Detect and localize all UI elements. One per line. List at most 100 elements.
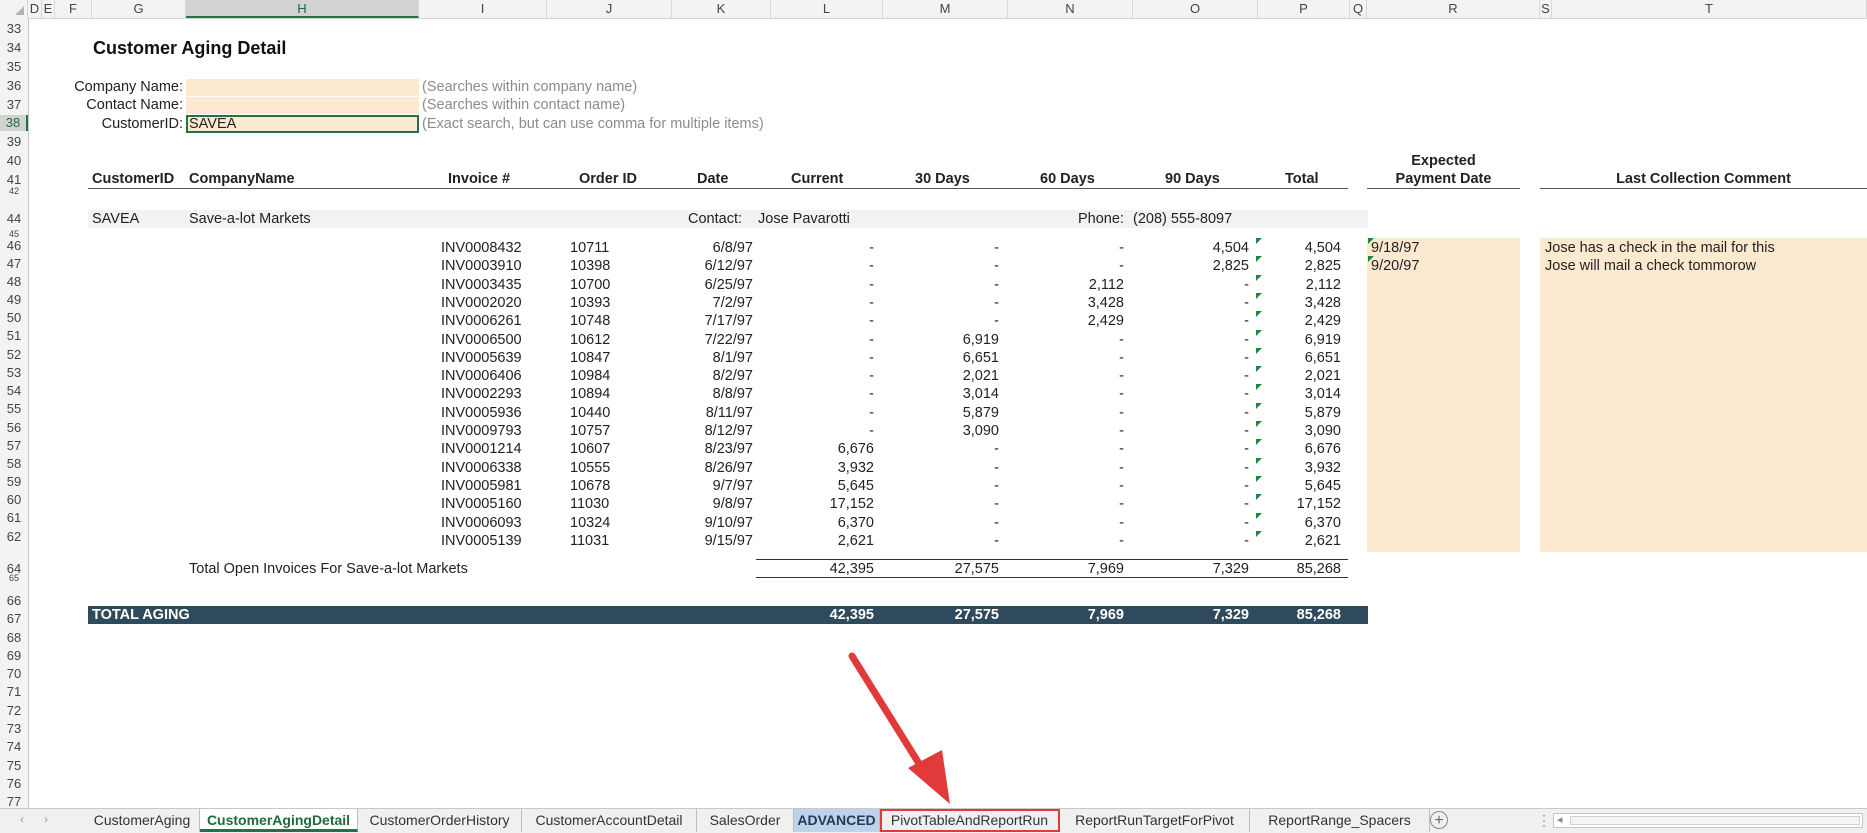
- row-header-71[interactable]: 71: [0, 684, 28, 700]
- total-amount: 6,651: [1304, 349, 1341, 366]
- add-sheet-icon[interactable]: +: [1430, 811, 1448, 829]
- contact-name-input[interactable]: [186, 97, 419, 114]
- company-name-input[interactable]: [186, 79, 419, 96]
- row-header-35[interactable]: 35: [0, 59, 28, 75]
- sheet-tab-customeragingdetail[interactable]: CustomerAgingDetail: [200, 809, 358, 832]
- row-header-53[interactable]: 53: [0, 365, 28, 381]
- grand-total-90: 7,329: [1212, 607, 1249, 623]
- row-header-47[interactable]: 47: [0, 256, 28, 272]
- invoice-number: INV0001214: [441, 441, 522, 458]
- row-header-55[interactable]: 55: [0, 401, 28, 417]
- row-header-38[interactable]: 38: [0, 115, 28, 131]
- sheet-tab-salesorder[interactable]: SalesOrder: [697, 809, 794, 832]
- sheet-tab-customeraging[interactable]: CustomerAging: [85, 809, 200, 832]
- row-header-70[interactable]: 70: [0, 666, 28, 682]
- total-amount: 3,428: [1304, 294, 1341, 311]
- total-amount: 2,021: [1304, 368, 1341, 385]
- row-header-36[interactable]: 36: [0, 78, 28, 94]
- row-header-73[interactable]: 73: [0, 721, 28, 737]
- row-header-66[interactable]: 66: [0, 593, 28, 609]
- row-header-56[interactable]: 56: [0, 420, 28, 436]
- hscroll-left-icon[interactable]: ◂: [1557, 813, 1563, 826]
- grand-total-total: 85,268: [1296, 607, 1341, 623]
- current-amount: -: [869, 349, 874, 366]
- header-date: Date: [697, 171, 729, 187]
- row-header-49[interactable]: 49: [0, 292, 28, 308]
- error-indicator-icon: [1368, 238, 1374, 244]
- row-header-51[interactable]: 51: [0, 328, 28, 344]
- scroll-left-icon[interactable]: ‹: [20, 812, 24, 826]
- row-header-67[interactable]: 67: [0, 611, 28, 627]
- row-header-50[interactable]: 50: [0, 310, 28, 326]
- row-header-39[interactable]: 39: [0, 134, 28, 150]
- sheet-tab-reportruntargetforpivot[interactable]: ReportRunTargetForPivot: [1060, 809, 1250, 832]
- row-header-46[interactable]: 46: [0, 238, 28, 254]
- scroll-right-icon[interactable]: ›: [44, 812, 48, 826]
- horizontal-scrollbar[interactable]: ◂: [1553, 813, 1863, 828]
- row-header-65[interactable]: 65: [0, 574, 28, 583]
- row-header-44[interactable]: 44: [0, 211, 28, 227]
- row-header-48[interactable]: 48: [0, 274, 28, 290]
- expected-date-column[interactable]: [1367, 238, 1520, 552]
- row-header-40[interactable]: 40: [0, 153, 28, 169]
- sheet-tab-advanced[interactable]: ADVANCED: [794, 809, 880, 832]
- row-header-54[interactable]: 54: [0, 383, 28, 399]
- row-header-62[interactable]: 62: [0, 529, 28, 545]
- row-header-72[interactable]: 72: [0, 703, 28, 719]
- column-header-l[interactable]: L: [771, 0, 883, 18]
- column-header-m[interactable]: M: [883, 0, 1008, 18]
- column-header-r[interactable]: R: [1367, 0, 1540, 18]
- select-all-corner[interactable]: [0, 0, 28, 18]
- days30-amount: 5,879: [962, 404, 999, 421]
- column-header-g[interactable]: G: [92, 0, 186, 18]
- column-header-t[interactable]: T: [1552, 0, 1867, 18]
- tab-split-handle[interactable]: ⋮: [1537, 812, 1551, 829]
- column-header-f[interactable]: F: [55, 0, 92, 18]
- days60-amount: -: [1119, 404, 1124, 421]
- column-header-k[interactable]: K: [672, 0, 771, 18]
- row-header-37[interactable]: 37: [0, 97, 28, 113]
- sheet-tab-customeraccountdetail[interactable]: CustomerAccountDetail: [522, 809, 697, 832]
- collection-comment-column[interactable]: [1540, 238, 1867, 552]
- column-header-n[interactable]: N: [1008, 0, 1133, 18]
- sheet-tab-pivottableandreportrun[interactable]: PivotTableAndReportRun: [880, 809, 1060, 832]
- sheet-tab-customerorderhistory[interactable]: CustomerOrderHistory: [358, 809, 522, 832]
- row-header-68[interactable]: 68: [0, 630, 28, 646]
- column-header-d[interactable]: D: [28, 0, 42, 18]
- row-header-76[interactable]: 76: [0, 776, 28, 792]
- row-header-60[interactable]: 60: [0, 492, 28, 508]
- column-header-p[interactable]: P: [1258, 0, 1350, 18]
- row-header-58[interactable]: 58: [0, 456, 28, 472]
- row-header-69[interactable]: 69: [0, 648, 28, 664]
- row-header-75[interactable]: 75: [0, 758, 28, 774]
- column-header-s[interactable]: S: [1540, 0, 1552, 18]
- column-header-j[interactable]: J: [547, 0, 672, 18]
- report-title: Customer Aging Detail: [93, 38, 287, 58]
- invoice-date: 9/8/97: [712, 496, 753, 513]
- row-header-34[interactable]: 34: [0, 40, 28, 56]
- column-header-h[interactable]: H: [186, 0, 419, 18]
- contact-name: Jose Pavarotti: [758, 211, 850, 227]
- column-header-e[interactable]: E: [42, 0, 55, 18]
- row-header-45[interactable]: 45: [0, 230, 28, 239]
- row-header-61[interactable]: 61: [0, 510, 28, 526]
- row-header-52[interactable]: 52: [0, 347, 28, 363]
- days30-amount: -: [994, 441, 999, 458]
- column-header-i[interactable]: I: [419, 0, 547, 18]
- order-id: 10711: [570, 240, 610, 256]
- row-header-57[interactable]: 57: [0, 438, 28, 454]
- row-header-59[interactable]: 59: [0, 474, 28, 490]
- row-header-42[interactable]: 42: [0, 187, 28, 196]
- invoice-number: INV0008432: [441, 240, 522, 256]
- invoice-date: 8/26/97: [704, 459, 753, 476]
- column-header-o[interactable]: O: [1133, 0, 1258, 18]
- invoice-date: 8/1/97: [712, 349, 753, 366]
- column-header-q[interactable]: Q: [1350, 0, 1367, 18]
- grand-total-current: 42,395: [829, 607, 874, 623]
- row-header-33[interactable]: 33: [0, 21, 28, 37]
- error-indicator-icon: [1256, 421, 1262, 427]
- days30-amount: -: [994, 240, 999, 256]
- hscroll-thumb[interactable]: [1570, 816, 1860, 825]
- sheet-tab-reportrange_spacers[interactable]: ReportRange_Spacers: [1250, 809, 1430, 832]
- row-header-74[interactable]: 74: [0, 739, 28, 755]
